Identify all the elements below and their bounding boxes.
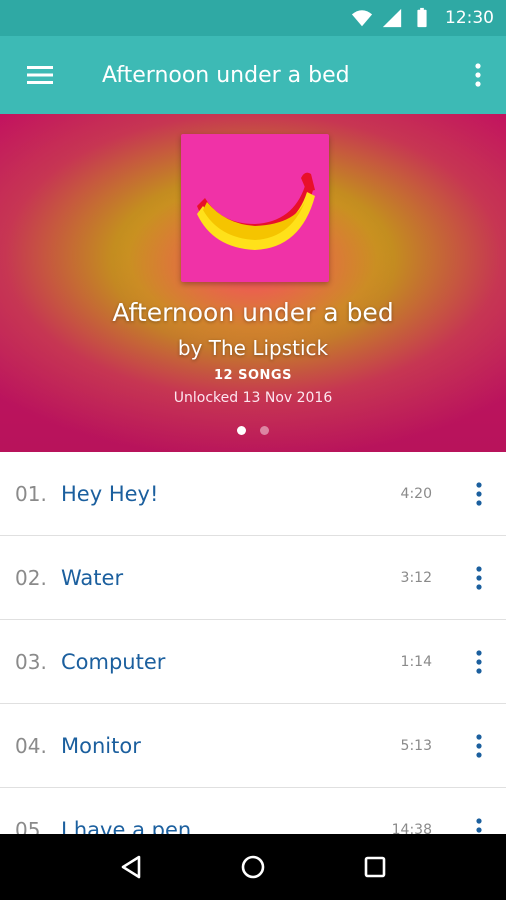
status-bar: 12:30 [0,0,506,36]
track-title: Water [61,565,124,590]
track-row[interactable]: 04. Monitor 5:13 [0,704,506,788]
more-vert-icon [475,63,481,87]
track-number: 05. [15,817,47,835]
track-row[interactable]: 03. Computer 1:14 [0,620,506,704]
home-icon [241,855,265,879]
album-title: Afternoon under a bed [112,298,394,327]
track-row[interactable]: 02. Water 3:12 [0,536,506,620]
track-row[interactable]: 05. I have a pen 14:38 [0,788,506,834]
track-duration: 3:12 [400,569,432,586]
track-title: Monitor [61,733,141,758]
wifi-icon [351,10,373,27]
more-vert-icon [476,565,482,590]
recents-icon [364,856,386,878]
track-number: 01. [15,481,47,506]
recents-button[interactable] [355,847,395,887]
album-artist: by The Lipstick [177,336,329,360]
more-vert-icon [476,733,482,758]
status-time: 12:30 [445,8,494,28]
page-dot[interactable] [260,426,269,435]
track-menu-button[interactable] [454,704,504,788]
track-row[interactable]: 01. Hey Hey! 4:20 [0,452,506,536]
track-title: I have a pen [61,817,192,835]
track-menu-button[interactable] [454,620,504,704]
menu-button[interactable] [0,36,80,114]
banana-icon [197,172,315,250]
song-count: 12 SONGS [214,368,292,383]
app-bar: Afternoon under a bed [0,36,506,114]
hamburger-menu-icon [27,66,53,84]
track-number: 03. [15,649,47,674]
track-duration: 5:13 [400,737,432,754]
more-vert-icon [476,649,482,674]
more-vert-icon [476,817,482,833]
track-list: 01. Hey Hey! 4:20 02. Water 3:12 03. Com… [0,452,506,834]
track-menu-button[interactable] [454,788,504,835]
home-button[interactable] [233,847,273,887]
album-cover[interactable] [181,134,329,282]
track-duration: 4:20 [400,485,432,502]
unlock-date: Unlocked 13 Nov 2016 [173,390,333,406]
signal-icon [382,8,402,28]
track-number: 04. [15,733,47,758]
page-indicator[interactable] [0,426,506,435]
track-duration: 14:38 [391,821,432,835]
track-title: Hey Hey! [61,481,159,506]
overflow-menu-button[interactable] [450,36,506,114]
battery-icon [417,7,427,28]
track-menu-button[interactable] [454,452,504,536]
app-title: Afternoon under a bed [102,62,350,88]
back-button[interactable] [111,847,151,887]
system-nav-bar [0,834,506,900]
page-dot-active[interactable] [237,426,246,435]
album-header: Afternoon under a bed by The Lipstick 12… [0,114,506,452]
track-duration: 1:14 [400,653,432,670]
track-number: 02. [15,565,47,590]
more-vert-icon [476,481,482,506]
track-title: Computer [61,649,166,674]
track-menu-button[interactable] [454,536,504,620]
back-icon [121,855,141,879]
